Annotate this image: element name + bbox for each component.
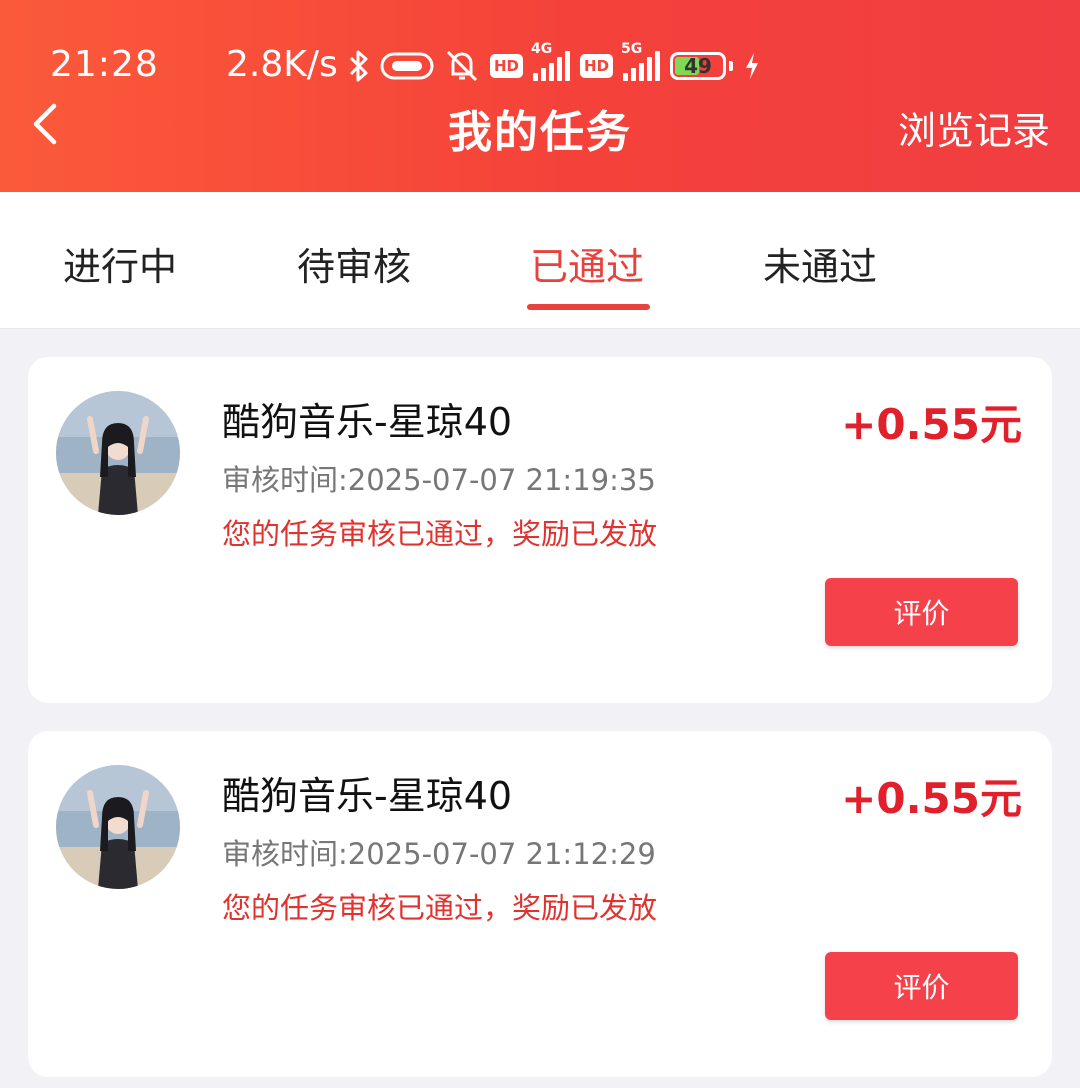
status-message: 您的任务审核已通过，奖励已发放 <box>222 891 658 925</box>
review-time: 审核时间:2025-07-07 21:12:29 <box>222 837 656 871</box>
task-name: 酷狗音乐-星琼40 <box>222 774 513 818</box>
signal-icon: 5G <box>621 41 661 81</box>
task-card[interactable]: 酷狗音乐-星琼40 审核时间:2025-07-07 21:12:29 您的任务审… <box>28 731 1052 1077</box>
tab-in-progress[interactable]: 进行中 <box>63 236 177 291</box>
app-header: 21:28 2.8K/s HD 4G HD 5G 49 我的任务 浏览记录 <box>0 0 1080 192</box>
bluetooth-icon <box>348 49 370 83</box>
browse-history-link[interactable]: 浏览记录 <box>898 100 1050 155</box>
active-tab-indicator <box>527 304 650 310</box>
status-icons: HD 4G HD 5G 49 <box>348 41 761 86</box>
battery-level: 49 <box>684 54 712 78</box>
hd-badge-2: HD <box>580 54 614 78</box>
battery-icon: 49 <box>670 52 734 80</box>
task-card[interactable]: 酷狗音乐-星琼40 审核时间:2025-07-07 21:19:35 您的任务审… <box>28 357 1052 703</box>
network-generation-1: 4G <box>531 41 553 57</box>
signal-icon: 4G <box>531 41 571 81</box>
status-bar: 21:28 2.8K/s HD 4G HD 5G 49 <box>0 40 1080 94</box>
charging-icon <box>743 51 761 81</box>
review-time: 审核时间:2025-07-07 21:19:35 <box>222 463 656 497</box>
network-speed: 2.8K/s <box>226 44 338 85</box>
reward-amount: +0.55元 <box>841 774 1022 823</box>
tab-rejected[interactable]: 未通过 <box>763 236 877 291</box>
reward-amount: +0.55元 <box>841 400 1022 449</box>
task-name: 酷狗音乐-星琼40 <box>222 400 513 444</box>
status-message: 您的任务审核已通过，奖励已发放 <box>222 517 658 551</box>
tab-pending-review[interactable]: 待审核 <box>297 236 411 291</box>
status-time: 21:28 <box>50 44 159 85</box>
review-button[interactable]: 评价 <box>825 578 1018 646</box>
link-icon <box>380 51 434 81</box>
tab-approved[interactable]: 已通过 <box>530 236 644 291</box>
mute-bell-icon <box>444 48 480 84</box>
avatar <box>56 391 180 515</box>
hd-badge-1: HD <box>490 54 524 78</box>
network-generation-2: 5G <box>621 41 643 57</box>
avatar <box>56 765 180 889</box>
review-button[interactable]: 评价 <box>825 952 1018 1020</box>
